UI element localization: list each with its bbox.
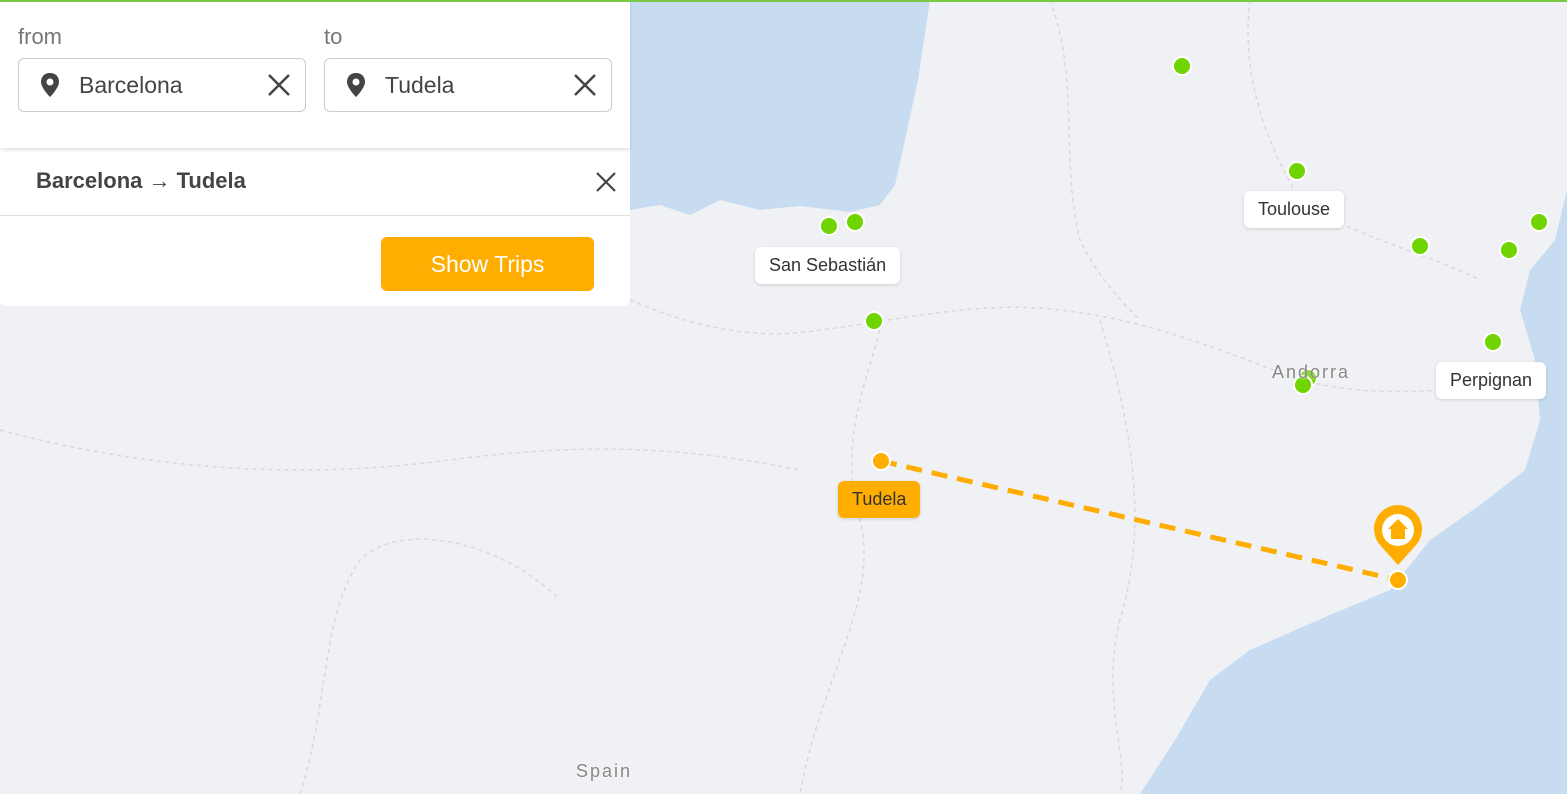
to-input[interactable]: Tudela [324,58,612,112]
from-input[interactable]: Barcelona [18,58,306,112]
region-label-spain: Spain [576,761,633,781]
city-marker[interactable] [1410,236,1430,256]
region-label-andorra: Andorra [1272,362,1351,382]
from-label: from [18,24,62,49]
city-markers[interactable] [819,56,1549,395]
city-marker[interactable] [845,212,865,232]
city-marker[interactable] [1287,161,1307,181]
home-pin-icon[interactable] [1374,505,1422,565]
city-marker[interactable] [1483,332,1503,352]
to-value: Tudela [385,71,455,98]
destination-marker[interactable] [871,451,891,471]
origin-marker[interactable] [1388,570,1408,590]
location-pin-icon [41,73,59,97]
city-label-toulouse[interactable]: Toulouse [1244,191,1345,228]
city-marker[interactable] [1499,240,1519,260]
city-marker[interactable] [819,216,839,236]
show-trips-button[interactable]: Show Trips [381,237,594,291]
city-marker[interactable] [864,311,884,331]
clear-to-icon[interactable] [571,71,599,99]
mediterranean-sea [1140,190,1567,794]
clear-from-icon[interactable] [265,71,293,99]
search-panel: from to Barcelona Tudela [0,2,630,148]
city-marker[interactable] [1529,212,1549,232]
route-line [880,458,1399,583]
location-pin-icon [347,73,365,97]
close-route-icon[interactable] [594,170,618,194]
city-marker[interactable] [1172,56,1192,76]
city-label-perpignan[interactable]: Perpignan [1436,362,1547,399]
to-label: to [324,24,343,49]
route-title: Barcelona → Tudela [36,168,246,193]
from-value: Barcelona [79,71,183,98]
city-label-san-sebastian[interactable]: San Sebastián [755,247,901,284]
bay-of-biscay [630,0,930,215]
route-panel: Barcelona → Tudela Show Trips [0,148,630,306]
divider [0,215,630,216]
city-label-tudela[interactable]: Tudela [838,481,921,518]
